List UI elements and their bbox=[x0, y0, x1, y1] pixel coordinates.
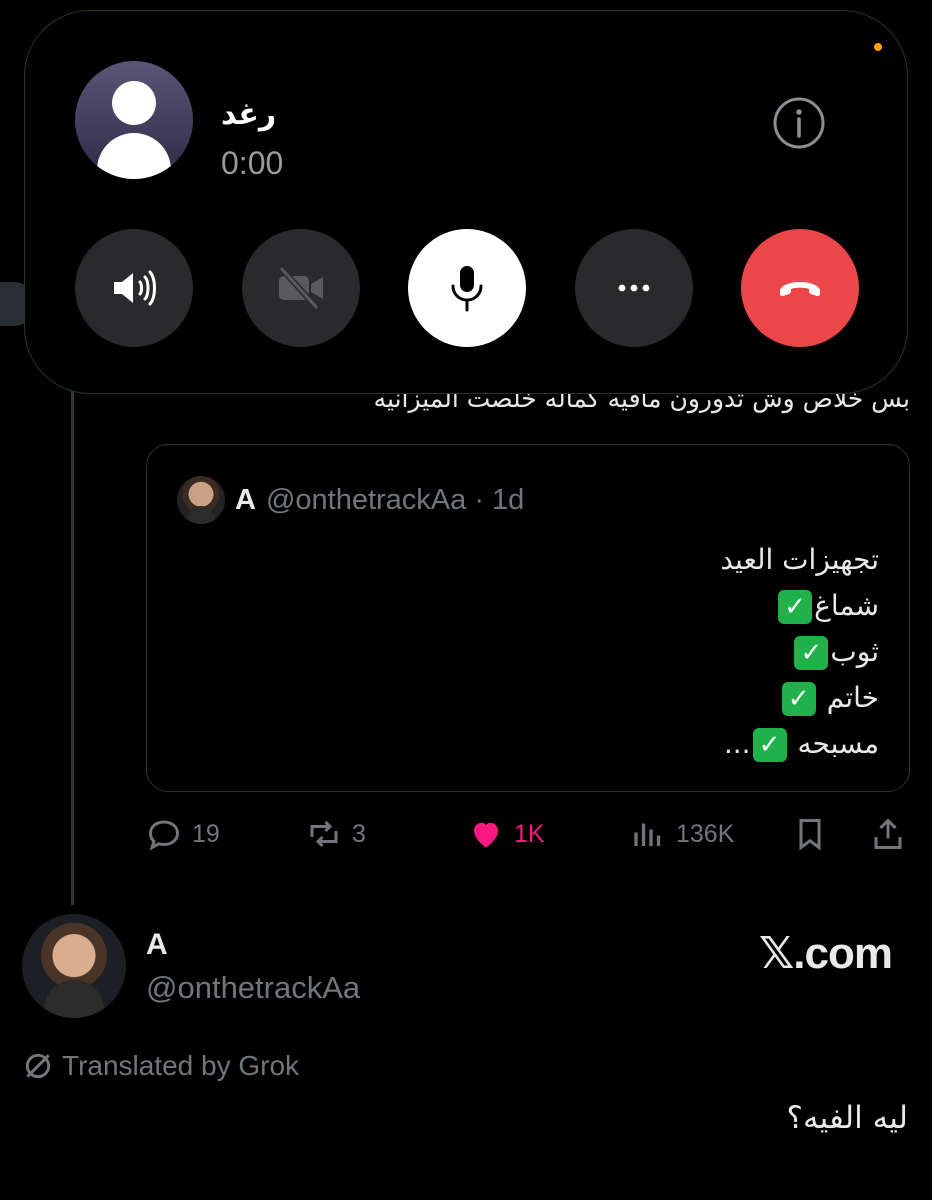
translate-icon bbox=[25, 1053, 51, 1079]
call-duration: 0:00 bbox=[221, 145, 284, 181]
end-call-button[interactable] bbox=[741, 229, 859, 347]
like-button[interactable]: 1K bbox=[468, 806, 545, 862]
retweet-icon bbox=[310, 820, 338, 848]
mute-button[interactable] bbox=[408, 229, 526, 347]
end-call-icon bbox=[780, 282, 820, 297]
check-icon: ✓ bbox=[752, 728, 787, 762]
video-off-icon bbox=[278, 265, 323, 311]
share-icon bbox=[874, 818, 902, 849]
share-button[interactable] bbox=[870, 806, 906, 862]
caller-name: رغد bbox=[221, 97, 277, 132]
views-button[interactable]: 136K bbox=[630, 806, 734, 862]
quoted-author-handle: @onthetrackAa · 1d bbox=[265, 483, 525, 516]
quoted-tweet-body: تجهيزات العيد شماغ✓ ثوب✓ خاتم ✓ مسبحه ✓.… bbox=[720, 537, 879, 767]
quoted-tweet-header: A @onthetrackAa · 1d bbox=[177, 475, 524, 525]
heart-icon bbox=[474, 822, 498, 848]
reply-icon bbox=[148, 820, 180, 851]
reply-author-handle[interactable]: @onthetrackAa bbox=[146, 970, 360, 1006]
like-count: 1K bbox=[514, 819, 545, 848]
video-button[interactable] bbox=[242, 229, 360, 347]
retweet-count: 3 bbox=[352, 819, 366, 848]
quoted-tweet-card[interactable]: A @onthetrackAa · 1d تجهيزات العيد شماغ✓… bbox=[146, 444, 910, 792]
quote-line: مسبحه ✓... bbox=[723, 727, 879, 762]
caller-avatar bbox=[75, 61, 193, 179]
bookmark-button[interactable] bbox=[792, 806, 828, 862]
reply-count: 19 bbox=[192, 819, 220, 848]
views-count: 136K bbox=[676, 819, 735, 848]
check-icon: ✓ bbox=[781, 682, 816, 716]
info-icon[interactable] bbox=[771, 95, 827, 151]
more-button[interactable] bbox=[575, 229, 693, 347]
x-com-watermark: 𝕏.com bbox=[758, 929, 893, 978]
reply-text: ليه الفيه؟ bbox=[786, 1100, 908, 1136]
bookmark-icon bbox=[799, 819, 821, 851]
check-icon: ✓ bbox=[794, 636, 829, 670]
speaker-icon bbox=[114, 270, 156, 306]
analytics-icon bbox=[634, 823, 661, 846]
reply-button[interactable]: 19 bbox=[146, 806, 220, 862]
avatar[interactable] bbox=[22, 914, 126, 1018]
quote-line: تجهيزات العيد bbox=[720, 543, 879, 576]
microphone-icon bbox=[451, 266, 483, 312]
quote-line: ثوب✓ bbox=[720, 629, 879, 675]
quote-line: شماغ✓ bbox=[720, 583, 879, 629]
retweet-button[interactable]: 3 bbox=[306, 806, 366, 862]
more-icon bbox=[618, 284, 650, 292]
quote-line: خاتم ✓ bbox=[720, 675, 879, 721]
check-icon: ✓ bbox=[778, 590, 813, 624]
status-dot bbox=[874, 43, 882, 51]
quoted-author-name: A bbox=[235, 483, 256, 516]
translated-label: Translated by Grok bbox=[62, 1050, 300, 1081]
tweet-actions: 19 3 1K 136K bbox=[146, 806, 910, 862]
call-banner[interactable]: رغد 0:00 bbox=[24, 10, 908, 394]
avatar bbox=[177, 476, 225, 524]
speaker-button[interactable] bbox=[75, 229, 193, 347]
reply-author-name[interactable]: A bbox=[146, 928, 168, 962]
translated-by-grok[interactable]: Translated by Grok bbox=[22, 1050, 299, 1082]
